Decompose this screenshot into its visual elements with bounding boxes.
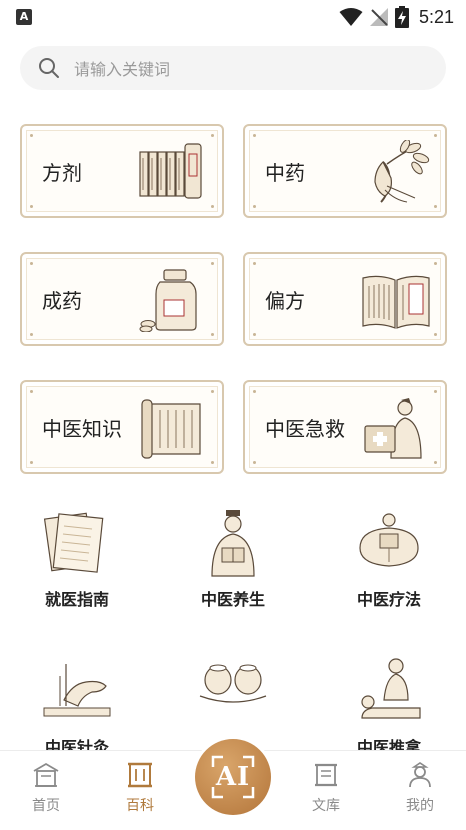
profile-icon xyxy=(409,762,431,788)
wifi-icon xyxy=(339,8,363,26)
grid-item-label: 中医养生 xyxy=(200,590,265,609)
ginseng-icon xyxy=(374,140,430,203)
scroll-bundle-icon xyxy=(139,143,202,199)
nav-library[interactable]: 文库 xyxy=(296,761,356,815)
open-book-icon xyxy=(362,275,430,329)
nav-label: 我的 xyxy=(406,798,434,814)
medicine-bottle-icon xyxy=(139,269,197,332)
app-notification-icon: A xyxy=(16,9,32,25)
home-icon xyxy=(33,762,59,787)
massage-icon xyxy=(361,658,421,719)
nav-label: 文库 xyxy=(312,798,340,814)
status-bar: A 5:21 xyxy=(0,0,466,34)
paper-stack-icon xyxy=(43,512,104,573)
nav-label: 首页 xyxy=(32,798,60,814)
card-label: 中药 xyxy=(265,160,305,185)
ai-icon: AI xyxy=(195,739,271,815)
card-zhongyijijiu[interactable]: 中医急救 xyxy=(243,380,447,474)
no-signal-icon xyxy=(369,8,388,26)
grid-item-zhongyituina[interactable]: 中医推拿 xyxy=(324,656,454,758)
card-label: 中医急救 xyxy=(265,416,345,441)
card-label: 偏方 xyxy=(265,288,305,313)
grid-item-zhongyiliaofa[interactable]: 中医疗法 xyxy=(324,508,454,610)
scan-frame-icon xyxy=(211,755,255,799)
grid-item-zhongyiyangsheng[interactable]: 中医养生 xyxy=(168,508,298,610)
card-zhongyizhishi[interactable]: 中医知识 xyxy=(20,380,224,474)
nav-label: 百科 xyxy=(126,798,154,814)
grid-item-cupping[interactable] xyxy=(168,656,298,734)
ai-assistant-button[interactable]: AI xyxy=(192,736,274,818)
card-pianfang[interactable]: 偏方 xyxy=(243,252,447,346)
battery-charging-icon xyxy=(394,6,409,28)
nav-encyclopedia[interactable]: 百科 xyxy=(110,761,170,815)
library-icon xyxy=(315,763,337,787)
cupping-icon xyxy=(199,664,267,703)
card-zhongyao[interactable]: 中药 xyxy=(243,124,447,218)
acupuncture-icon xyxy=(43,664,111,717)
nav-home[interactable]: 首页 xyxy=(16,761,76,815)
card-label: 中医知识 xyxy=(42,416,122,441)
back-treatment-icon xyxy=(359,513,419,567)
card-label: 方剂 xyxy=(42,160,82,185)
grid-item-label: 就医指南 xyxy=(44,590,109,609)
card-label: 成药 xyxy=(42,288,82,313)
card-fangji[interactable]: 方剂 xyxy=(20,124,224,218)
scholar-reading-icon xyxy=(211,510,255,577)
grid-item-label: 中医疗法 xyxy=(356,590,421,609)
nav-profile[interactable]: 我的 xyxy=(390,761,450,815)
doctor-firstaid-icon xyxy=(364,398,422,459)
status-icons: 5:21 xyxy=(339,4,454,30)
status-time: 5:21 xyxy=(418,6,454,27)
search-input[interactable]: 请输入关键词 xyxy=(74,56,170,80)
grid-item-zhongyizhenjiu[interactable]: 中医针灸 xyxy=(12,656,142,758)
bamboo-scroll-icon xyxy=(141,399,201,459)
grid-item-jiuyizhinan[interactable]: 就医指南 xyxy=(12,508,142,610)
search-icon xyxy=(39,58,59,78)
search-bar[interactable]: 请输入关键词 xyxy=(20,46,446,90)
card-chengyao[interactable]: 成药 xyxy=(20,252,224,346)
encyclopedia-icon xyxy=(128,762,152,788)
